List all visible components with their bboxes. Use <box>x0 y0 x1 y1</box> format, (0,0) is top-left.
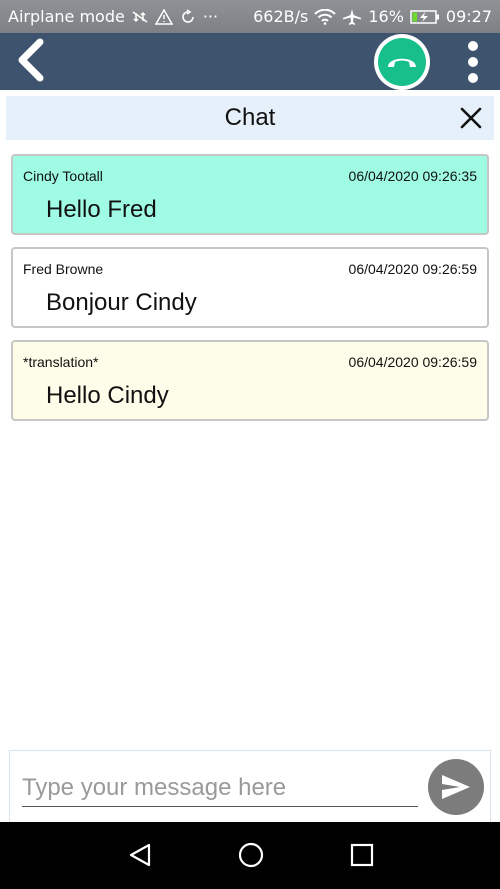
message-timestamp: 06/04/2020 09:26:59 <box>348 354 477 370</box>
back-button[interactable] <box>10 38 50 86</box>
message-composer <box>9 750 491 822</box>
menu-dot <box>468 57 478 67</box>
nav-back-icon <box>129 843 151 867</box>
sync-icon <box>179 8 197 25</box>
send-icon <box>442 775 470 799</box>
nav-recents-icon <box>350 843 374 867</box>
chat-header: Chat <box>6 96 494 140</box>
nav-back-button[interactable] <box>126 841 154 869</box>
message-sender: *translation* <box>23 354 99 370</box>
nav-home-icon <box>238 842 264 868</box>
message-sender: Cindy Tootall <box>23 168 103 184</box>
chat-title: Chat <box>224 104 276 131</box>
end-call-button[interactable] <box>374 34 430 90</box>
nav-home-button[interactable] <box>237 841 265 869</box>
message-timestamp: 06/04/2020 09:26:35 <box>348 168 477 184</box>
more-notifications: ··· <box>202 7 219 26</box>
chevron-left-icon <box>15 38 45 86</box>
message-text: Hello Fred <box>46 196 157 223</box>
battery-charging-icon <box>410 9 440 25</box>
send-button[interactable] <box>428 759 484 815</box>
data-off-icon <box>131 10 149 24</box>
airplane-icon <box>342 8 362 26</box>
airplane-mode-label: Airplane mode <box>8 7 125 26</box>
nav-recents-button[interactable] <box>348 841 376 869</box>
more-vertical-icon <box>468 41 478 51</box>
hang-up-icon <box>378 38 426 86</box>
message-text: Bonjour Cindy <box>46 289 197 316</box>
close-chat-button[interactable] <box>458 105 484 131</box>
message-list: Cindy Tootall 06/04/2020 09:26:35 Hello … <box>11 154 489 433</box>
battery-percent: 16% <box>368 7 404 26</box>
warning-icon <box>154 8 173 25</box>
message-text: Hello Cindy <box>46 382 169 409</box>
message-timestamp: 06/04/2020 09:26:59 <box>348 261 477 277</box>
menu-dot <box>468 73 478 83</box>
message-sender: Fred Browne <box>23 261 104 277</box>
wifi-icon <box>314 8 337 25</box>
clock: 09:27 <box>445 7 492 26</box>
overflow-menu-button[interactable] <box>458 39 488 85</box>
system-nav-bar <box>0 822 500 889</box>
message-card: Cindy Tootall 06/04/2020 09:26:35 Hello … <box>11 154 489 235</box>
close-icon <box>460 107 482 129</box>
network-speed: 662B/s <box>253 7 309 26</box>
status-bar: Airplane mode ··· 662B/s 16% 09:27 <box>0 0 500 33</box>
translation-card: *translation* 06/04/2020 09:26:59 Hello … <box>11 340 489 421</box>
message-card: Fred Browne 06/04/2020 09:26:59 Bonjour … <box>11 247 489 328</box>
message-input[interactable] <box>22 769 418 807</box>
app-bar <box>0 33 500 90</box>
